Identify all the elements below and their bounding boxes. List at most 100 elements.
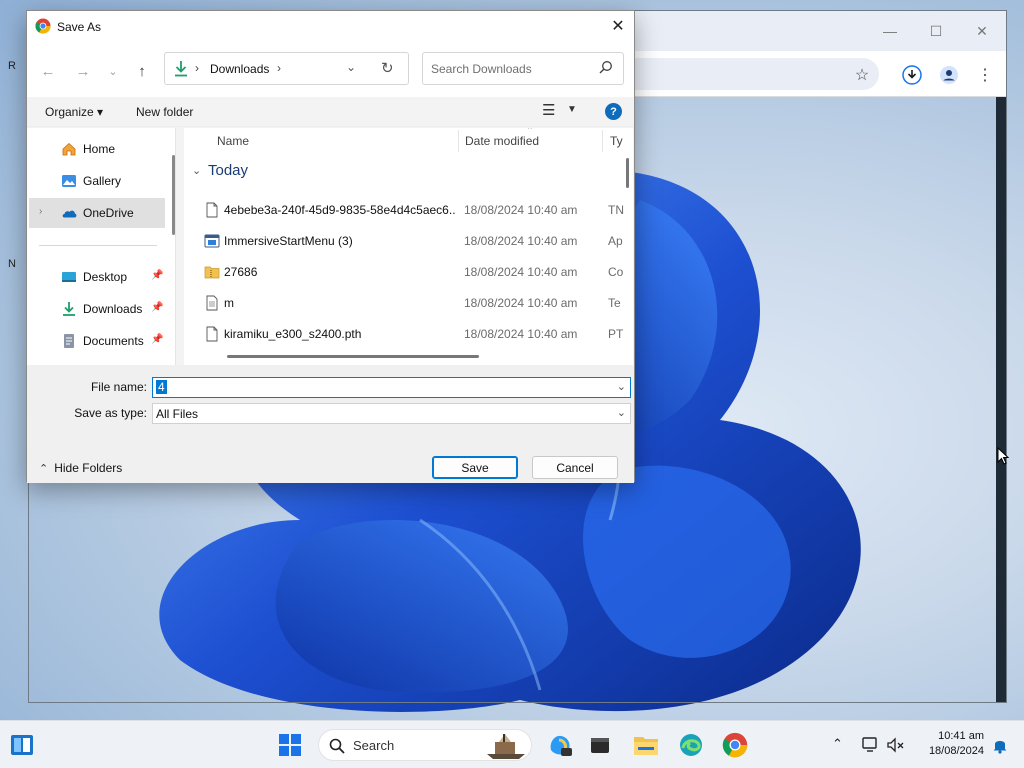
- terminal-icon[interactable]: [586, 731, 614, 759]
- column-header-name[interactable]: Name: [217, 134, 249, 148]
- column-headers: Name ⌃ Date modified Ty: [184, 128, 633, 154]
- nav-item-gallery[interactable]: Gallery: [29, 166, 165, 196]
- column-header-type[interactable]: Ty: [610, 134, 623, 148]
- nav-item-home[interactable]: Home: [29, 134, 165, 164]
- edge-icon[interactable]: [677, 731, 705, 759]
- view-dropdown-icon[interactable]: ▼: [567, 104, 577, 115]
- text-file-icon: [206, 295, 218, 311]
- network-icon[interactable]: [857, 731, 885, 759]
- chrome-edge: [996, 97, 1006, 702]
- back-button[interactable]: ←: [36, 60, 60, 82]
- file-date: 18/08/2024 10:40 am: [464, 327, 578, 341]
- downloads-icon[interactable]: [898, 61, 926, 89]
- nav-item-label: Gallery: [83, 174, 122, 188]
- address-dropdown-icon[interactable]: ⌄: [346, 60, 356, 74]
- up-button[interactable]: ↑: [130, 60, 154, 82]
- new-folder-button[interactable]: New folder: [136, 105, 193, 119]
- desktop-edge-text: N: [8, 258, 16, 270]
- breadcrumb-separator[interactable]: ›: [277, 61, 281, 75]
- column-header-date-modified[interactable]: Date modified: [465, 134, 539, 148]
- file-name-dropdown-icon[interactable]: ⌄: [617, 380, 626, 393]
- nav-item-downloads[interactable]: Downloads 📌: [29, 294, 165, 324]
- nav-item-onedrive[interactable]: › OneDrive: [29, 198, 165, 228]
- collapse-chevron-icon[interactable]: ⌄: [192, 164, 201, 177]
- column-separator[interactable]: [602, 130, 603, 152]
- expand-chevron-icon[interactable]: ›: [39, 206, 42, 217]
- minimize-button[interactable]: —: [867, 11, 913, 51]
- view-options-icon[interactable]: ☰: [542, 101, 555, 119]
- nav-item-label: Downloads: [83, 302, 143, 316]
- organize-button[interactable]: Organize ▾: [45, 105, 103, 119]
- hide-folders-button[interactable]: ⌃ Hide Folders: [39, 461, 122, 475]
- menu-icon[interactable]: ⋮: [971, 61, 999, 89]
- copilot-icon[interactable]: [546, 731, 574, 759]
- column-separator[interactable]: [458, 130, 459, 152]
- save-button[interactable]: Save: [432, 456, 518, 479]
- dialog-title: Save As: [57, 20, 102, 34]
- save-type-select[interactable]: All Files ⌄: [152, 403, 631, 424]
- save-type-dropdown-icon[interactable]: ⌄: [617, 406, 626, 419]
- file-row[interactable]: ImmersiveStartMenu (3) 18/08/2024 10:40 …: [184, 226, 633, 256]
- breadcrumb-downloads[interactable]: Downloads: [210, 62, 269, 76]
- help-icon[interactable]: ?: [605, 103, 622, 120]
- recent-locations-button[interactable]: ⌄: [101, 60, 125, 82]
- nav-item-desktop[interactable]: Desktop 📌: [29, 262, 165, 292]
- widgets-icon[interactable]: [8, 731, 36, 759]
- save-type-label: Save as type:: [74, 406, 147, 420]
- save-as-dialog: Save As ✕ ← → ⌄ ↑ › Downloads › ⌄ ↻ Sear…: [26, 10, 635, 483]
- file-date: 18/08/2024 10:40 am: [464, 203, 578, 217]
- clock-date: 18/08/2024: [928, 745, 984, 757]
- nav-item-label: OneDrive: [83, 206, 134, 220]
- clock[interactable]: 10:41 am 18/08/2024: [918, 729, 984, 759]
- nav-scrollbar[interactable]: [172, 155, 175, 235]
- profile-icon[interactable]: [935, 61, 963, 89]
- file-date: 18/08/2024 10:40 am: [464, 296, 578, 310]
- file-date: 18/08/2024 10:40 am: [464, 234, 578, 248]
- file-row[interactable]: 27686 18/08/2024 10:40 am Co: [184, 257, 633, 287]
- notification-bell-icon[interactable]: [986, 731, 1014, 759]
- file-name: 4ebebe3a-240f-45d9-9835-58e4d4c5aec6....: [224, 203, 456, 217]
- start-icon[interactable]: [276, 731, 304, 759]
- nav-item-documents[interactable]: Documents 📌: [29, 326, 165, 356]
- tray-overflow-icon[interactable]: ⌃: [832, 736, 843, 752]
- file-row[interactable]: kiramiku_e300_s2400.pth 18/08/2024 10:40…: [184, 319, 633, 349]
- chrome-taskbar-icon[interactable]: [721, 731, 749, 759]
- dialog-close-button[interactable]: ✕: [602, 11, 634, 41]
- search-placeholder: Search Downloads: [431, 62, 532, 76]
- file-name: 27686: [224, 265, 258, 279]
- nav-item-label: Documents: [83, 334, 144, 348]
- downloads-icon: [63, 302, 75, 316]
- clock-time: 10:41 am: [938, 730, 984, 742]
- close-button[interactable]: ✕: [959, 11, 1005, 51]
- omnibox[interactable]: [629, 58, 879, 90]
- file-type: TN: [608, 203, 624, 217]
- search-icon: [599, 61, 612, 74]
- taskbar-search[interactable]: Search: [318, 729, 532, 761]
- file-type: Te: [608, 296, 621, 310]
- chrome-logo-icon: [35, 18, 51, 34]
- chevron-up-icon: ⌃: [39, 463, 49, 475]
- bookmark-star-icon[interactable]: ☆: [848, 61, 876, 89]
- taskbar-search-label: Search: [353, 738, 395, 753]
- file-name: ImmersiveStartMenu (3): [224, 234, 353, 248]
- pin-icon: 📌: [151, 270, 164, 281]
- forward-button[interactable]: →: [71, 60, 95, 82]
- file-type: Co: [608, 265, 624, 279]
- save-type-value: All Files: [156, 407, 199, 421]
- downloads-icon: [175, 61, 187, 77]
- file-list-vertical-scrollbar[interactable]: [626, 158, 629, 188]
- save-form: File name: 4 ⌄ Save as type: All Files ⌄…: [27, 365, 634, 483]
- dialog-titlebar: Save As ✕: [27, 11, 634, 43]
- volume-muted-icon[interactable]: [882, 731, 910, 759]
- maximize-button[interactable]: ☐: [913, 11, 959, 51]
- file-list-horizontal-scrollbar[interactable]: [227, 355, 479, 358]
- cancel-button[interactable]: Cancel: [532, 456, 618, 479]
- file-row[interactable]: m 18/08/2024 10:40 am Te: [184, 288, 633, 318]
- home-icon: [62, 142, 76, 156]
- file-row[interactable]: 4ebebe3a-240f-45d9-9835-58e4d4c5aec6....…: [184, 195, 633, 225]
- file-explorer-icon[interactable]: [632, 731, 660, 759]
- refresh-icon[interactable]: ↻: [381, 59, 394, 77]
- address-bar[interactable]: › Downloads › ⌄ ↻: [164, 52, 409, 85]
- file-name-input[interactable]: 4 ⌄: [152, 377, 631, 398]
- search-box[interactable]: Search Downloads: [422, 52, 624, 85]
